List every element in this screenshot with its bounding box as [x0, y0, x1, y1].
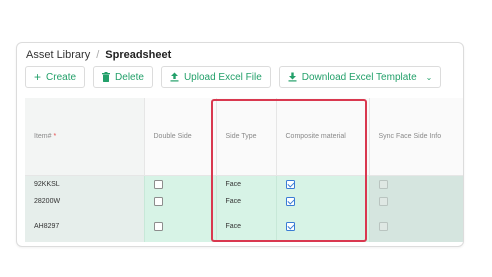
cell-sync[interactable]: [369, 210, 463, 242]
download-label: Download Excel Template: [301, 71, 417, 83]
spreadsheet-table: Item# * Double Side Side Type Composite m…: [25, 98, 463, 246]
chevron-down-icon[interactable]: ⌄: [426, 73, 433, 82]
cell-item[interactable]: 92KKSL: [25, 175, 145, 193]
breadcrumb-asset-library[interactable]: Asset Library: [26, 49, 90, 61]
create-label: Create: [46, 71, 77, 83]
column-header-double-side[interactable]: Double Side: [144, 98, 217, 176]
required-mark: *: [53, 132, 57, 140]
double-side-checkbox[interactable]: [153, 221, 163, 231]
cell-sync[interactable]: [369, 175, 463, 193]
sync-checkbox[interactable]: [378, 197, 388, 206]
composite-checkbox[interactable]: [285, 221, 295, 231]
cell-item[interactable]: 28200W: [25, 193, 145, 210]
cell-side-type[interactable]: Face: [216, 175, 277, 193]
double-side-checkbox[interactable]: [153, 179, 163, 189]
breadcrumb-current: Spreadsheet: [105, 49, 172, 61]
double-side-checkbox[interactable]: [153, 197, 163, 206]
cell-double-side[interactable]: [144, 175, 217, 193]
download-template-button[interactable]: Download Excel Template ⌄: [278, 66, 442, 88]
table-row[interactable]: AH8297 Face: [25, 210, 463, 242]
column-header-side-type[interactable]: Side Type: [216, 98, 277, 176]
cell-double-side[interactable]: [144, 210, 217, 242]
cell-composite[interactable]: [276, 210, 370, 242]
table-row[interactable]: 92KKSL Face: [25, 175, 463, 193]
upload-excel-button[interactable]: Upload Excel File: [160, 66, 271, 88]
trash-icon: [102, 72, 111, 82]
cell-sync[interactable]: [369, 193, 463, 210]
toolbar: + Create Delete Upload Excel File Downlo…: [25, 66, 442, 88]
cell-side-type[interactable]: Face: [216, 210, 277, 242]
table-row[interactable]: 28200W Face: [25, 193, 463, 210]
download-icon: [288, 72, 297, 82]
cell-side-type[interactable]: Face: [216, 193, 277, 210]
cell-composite[interactable]: [276, 193, 370, 210]
delete-label: Delete: [115, 71, 144, 83]
upload-icon: [170, 72, 179, 82]
column-header-composite-material[interactable]: Composite material: [276, 98, 370, 176]
sync-checkbox[interactable]: [378, 221, 388, 231]
cell-item[interactable]: AH8297: [25, 210, 145, 242]
column-header-item[interactable]: Item# *: [25, 98, 145, 176]
create-button[interactable]: + Create: [25, 66, 86, 88]
cell-composite[interactable]: [276, 175, 370, 193]
upload-label: Upload Excel File: [183, 71, 262, 83]
breadcrumb-separator: /: [96, 49, 100, 61]
breadcrumb: Asset Library / Spreadsheet: [26, 49, 171, 61]
column-header-sync-face-side-info[interactable]: Sync Face Side Info: [369, 98, 463, 176]
composite-checkbox[interactable]: [285, 197, 295, 206]
spreadsheet-card: Asset Library / Spreadsheet + Create Del…: [16, 42, 464, 247]
sync-checkbox[interactable]: [378, 179, 388, 189]
composite-checkbox[interactable]: [285, 179, 295, 189]
cell-double-side[interactable]: [144, 193, 217, 210]
plus-icon: +: [34, 70, 42, 84]
delete-button[interactable]: Delete: [93, 66, 153, 88]
